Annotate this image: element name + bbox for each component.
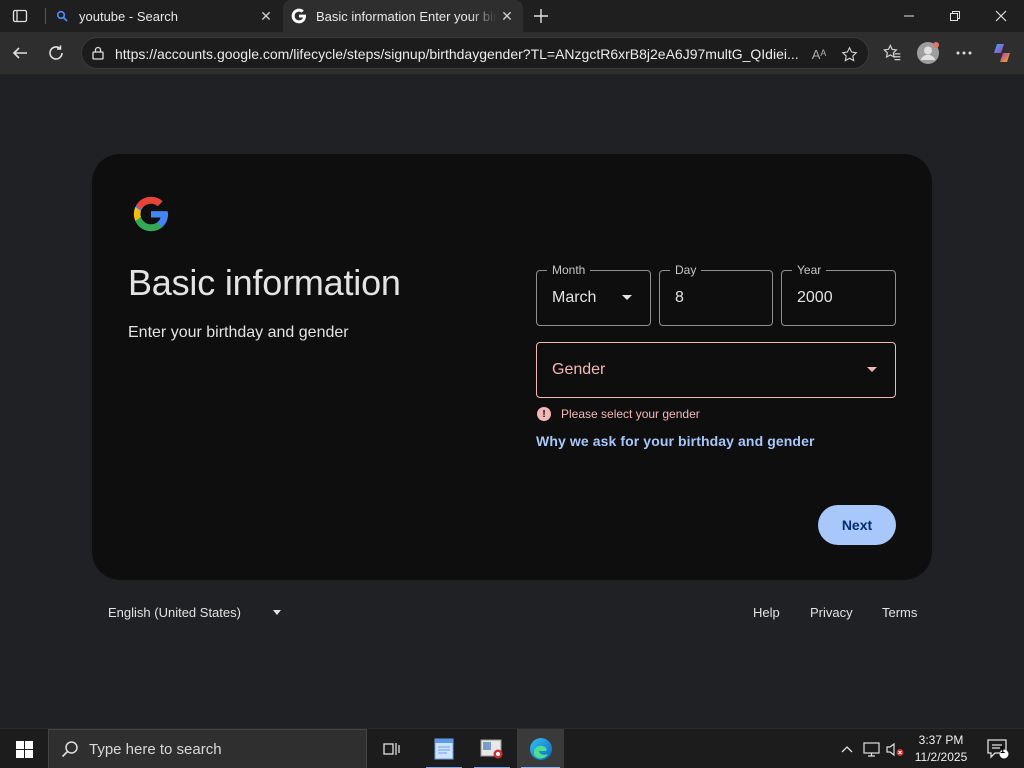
taskbar-app-recorder[interactable] (470, 729, 514, 768)
dropdown-arrow-icon (622, 295, 632, 300)
page-viewport: Basic information Enter your birthday an… (4, 74, 1020, 724)
system-clock[interactable]: 3:37 PM 11/2/2025 (910, 732, 972, 766)
tab-title: Basic information Enter your birthday an… (316, 8, 497, 24)
browser-toolbar: https://accounts.google.com/lifecycle/st… (0, 32, 1024, 74)
profile-button[interactable] (914, 39, 942, 67)
taskbar-search-placeholder: Type here to search (89, 740, 222, 758)
error-text: Please select your gender (561, 407, 700, 421)
taskbar-search-box[interactable]: Type here to search (48, 729, 367, 768)
tab-strip: youtube - Search ✕ Basic information Ent… (0, 0, 1024, 32)
taskbar-app-notepad[interactable] (422, 729, 466, 768)
task-view-icon (383, 743, 400, 755)
refresh-icon (49, 45, 63, 60)
screen-recorder-app-icon (480, 739, 503, 759)
back-button[interactable] (6, 39, 34, 67)
signup-card: Basic information Enter your birthday an… (92, 154, 932, 580)
year-value: 2000 (797, 289, 833, 306)
language-label: English (United States) (108, 605, 241, 620)
language-selector[interactable]: English (United States) (108, 605, 281, 620)
back-arrow-icon (12, 47, 27, 59)
year-label: Year (792, 263, 827, 277)
dropdown-arrow-icon (867, 367, 877, 372)
windows-taskbar: Type here to search 3:37 PM 11/2/2025 1 (0, 728, 1024, 768)
search-icon (61, 741, 78, 758)
close-icon (995, 10, 1007, 22)
close-tab-icon[interactable]: ✕ (256, 6, 276, 26)
gender-error-message: ! Please select your gender (537, 407, 700, 421)
google-logo-icon (133, 196, 169, 232)
tab-actions-icon (12, 9, 28, 23)
favorites-button[interactable] (878, 39, 906, 67)
more-horizontal-icon (956, 51, 972, 55)
copilot-icon (994, 44, 1010, 62)
close-tab-icon[interactable]: ✕ (497, 6, 517, 26)
gender-placeholder: Gender (552, 361, 606, 378)
minimize-button[interactable] (886, 0, 932, 32)
copilot-button[interactable] (988, 39, 1016, 67)
search-favicon-icon (54, 8, 70, 24)
network-ethernet-icon (862, 741, 880, 757)
chevron-up-icon (841, 746, 853, 753)
taskbar-app-edge[interactable] (517, 729, 564, 768)
new-tab-button[interactable] (530, 5, 552, 27)
favorite-star-icon[interactable] (839, 44, 859, 64)
restore-icon (950, 11, 960, 21)
address-bar[interactable]: https://accounts.google.com/lifecycle/st… (81, 37, 869, 69)
year-input[interactable]: Year 2000 (781, 263, 896, 326)
month-value: March (552, 289, 597, 306)
site-info-icon[interactable] (90, 45, 106, 61)
task-view-button[interactable] (370, 729, 414, 768)
restore-button[interactable] (932, 0, 978, 32)
notification-count-badge: 1 (1000, 745, 1006, 755)
minimize-icon (904, 15, 914, 17)
read-aloud-icon[interactable]: Aᴬ (809, 44, 829, 64)
avatar-icon (917, 42, 939, 64)
tab-basic-information[interactable]: Basic information Enter your birthday an… (283, 0, 523, 32)
clock-date: 11/2/2025 (914, 750, 968, 764)
tab-title: youtube - Search (79, 8, 179, 24)
clock-time: 3:37 PM (918, 733, 964, 747)
tab-actions-button[interactable] (8, 6, 32, 26)
start-button[interactable] (0, 729, 48, 768)
error-icon: ! (537, 407, 551, 421)
show-hidden-icons-button[interactable] (836, 729, 858, 768)
month-select[interactable]: Month March (536, 263, 651, 326)
notifications-button[interactable]: 1 (978, 729, 1018, 768)
month-label: Month (547, 263, 591, 277)
notification-icon (987, 739, 1009, 759)
chevron-down-icon (272, 610, 281, 615)
notepad-app-icon (434, 738, 454, 760)
close-window-button[interactable] (978, 0, 1024, 32)
page-title: Basic information (128, 262, 401, 303)
google-favicon-icon (291, 8, 307, 24)
tab-youtube-search[interactable]: youtube - Search ✕ (46, 0, 282, 32)
day-label: Day (670, 263, 702, 277)
plus-icon (534, 9, 548, 23)
settings-more-button[interactable] (950, 39, 978, 67)
refresh-button[interactable] (42, 39, 70, 67)
help-link[interactable]: Help (753, 605, 780, 620)
terms-link[interactable]: Terms (882, 605, 917, 620)
url-text[interactable]: https://accounts.google.com/lifecycle/st… (115, 46, 805, 62)
page-subtitle: Enter your birthday and gender (128, 324, 349, 341)
gender-select[interactable]: Gender (536, 342, 896, 398)
edge-browser-icon (529, 738, 552, 760)
volume-muted-icon (886, 742, 904, 756)
why-we-ask-link[interactable]: Why we ask for your birthday and gender (536, 433, 815, 449)
privacy-link[interactable]: Privacy (810, 605, 853, 620)
day-input[interactable]: Day 8 (659, 263, 773, 326)
volume-button[interactable] (884, 729, 906, 768)
network-button[interactable] (860, 729, 882, 768)
next-button[interactable]: Next (818, 505, 896, 545)
favorites-icon (882, 44, 901, 61)
windows-logo-icon (15, 740, 33, 758)
day-value: 8 (675, 289, 684, 306)
